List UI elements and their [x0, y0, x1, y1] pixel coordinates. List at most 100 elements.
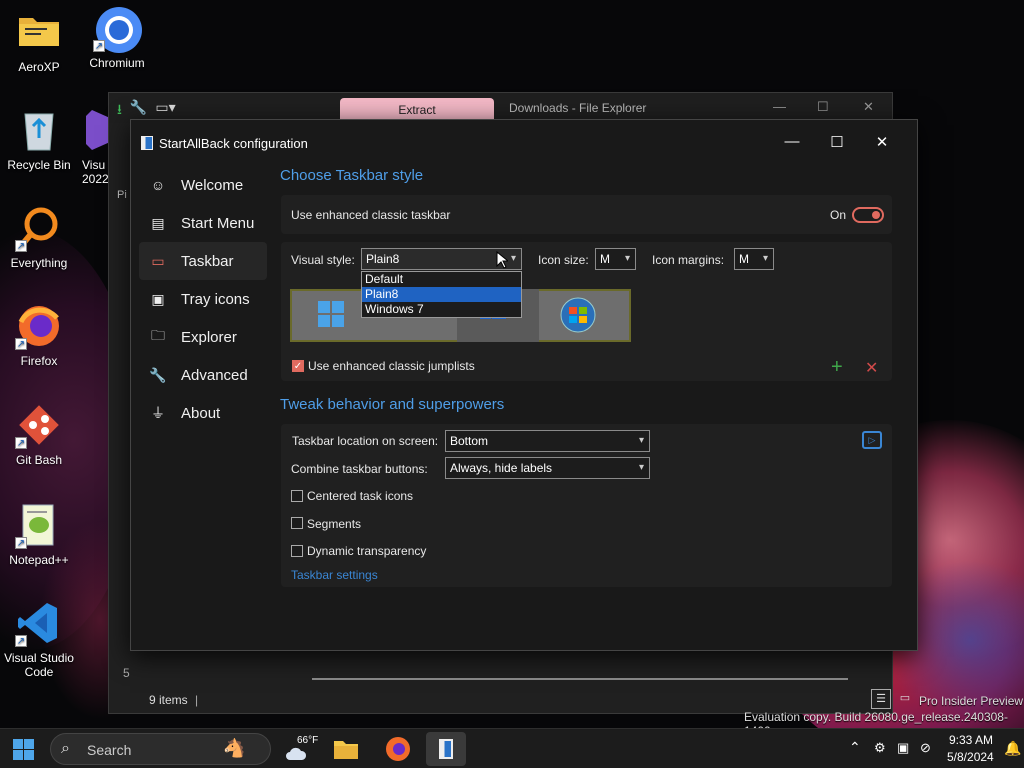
mouse-cursor-icon	[496, 250, 510, 269]
explorer-left-count: 5	[123, 666, 130, 680]
nav-item-explorer[interactable]: 🗀 Explorer	[139, 318, 267, 356]
desktop-icon-firefox[interactable]: ↗ Firefox	[0, 304, 78, 368]
status-divider: |	[195, 693, 199, 707]
vscode-icon: ↗	[15, 601, 61, 647]
dialog-titlebar[interactable]: StartAllBack configuration — ☐ ✕	[131, 120, 917, 166]
desktop-icon-label: Firefox	[20, 354, 58, 368]
icon-size-label: Icon size:	[538, 253, 589, 267]
smile-icon: ☺	[150, 177, 166, 193]
combine-buttons-select[interactable]: Always, hide labels ▾	[445, 457, 650, 479]
about-icon: ⏚	[151, 405, 165, 421]
taskbar-location-label: Taskbar location on screen:	[292, 434, 439, 448]
visual-style-label: Visual style:	[291, 253, 355, 267]
chevron-down-icon: ▾	[638, 462, 644, 473]
desktop-icon-git-bash[interactable]: ↗ Git Bash	[0, 403, 78, 467]
chevron-down-icon: ▾	[762, 253, 768, 264]
add-icon[interactable]: +	[831, 356, 843, 379]
visual-style-option-selected[interactable]: Plain8	[362, 287, 521, 302]
dynamic-transparency-checkbox[interactable]	[291, 545, 303, 557]
icon-size-select[interactable]: M ▾	[595, 248, 636, 270]
folder-icon	[17, 10, 61, 54]
startallback-app-icon	[439, 739, 453, 759]
remove-icon[interactable]: ✕	[865, 358, 878, 378]
nav-item-taskbar[interactable]: ▭ Taskbar	[139, 242, 267, 280]
segments-checkbox[interactable]	[291, 517, 303, 529]
desktop-icon-visual-studio[interactable]: Visu 2022	[72, 108, 112, 186]
details-view-icon[interactable]: ☰	[871, 689, 891, 709]
desktop-icon-label: Recycle Bin	[7, 158, 71, 172]
taskbar-icon: ▭	[151, 252, 165, 269]
desktop-icon-notepadpp[interactable]: ↗ Notepad++	[0, 503, 78, 567]
status-item-count: 9 items	[149, 693, 188, 707]
taskbar-location-select[interactable]: Bottom ▾	[445, 430, 650, 452]
play-demo-icon[interactable]: ▷	[862, 431, 882, 449]
desktop-icon-chromium[interactable]: ↗ Chromium	[78, 6, 156, 70]
close-icon[interactable]: ✕	[872, 133, 892, 151]
firefox-icon: ↗	[15, 304, 61, 350]
taskbar-settings-link[interactable]: Taskbar settings	[291, 568, 378, 582]
windows-7-orb-icon	[560, 297, 596, 333]
watermark-edition: Pro Insider Preview	[919, 694, 1024, 708]
section-title-tweak-behavior: Tweak behavior and superpowers	[280, 396, 505, 413]
taskbar-app-startallback[interactable]	[426, 732, 466, 766]
minimize-icon[interactable]: —	[773, 99, 786, 114]
clock[interactable]: 9:33 AM 5/8/2024	[947, 733, 994, 764]
tiles-view-icon[interactable]: ▭	[895, 689, 915, 709]
combine-buttons-label: Combine taskbar buttons:	[291, 462, 428, 476]
jumplists-checkbox[interactable]: ✓	[292, 360, 304, 372]
chevron-down-icon: ▾	[510, 253, 516, 264]
start-button[interactable]	[13, 739, 34, 760]
icon-margins-select[interactable]: M ▾	[734, 248, 774, 270]
maximize-icon[interactable]: ☐	[827, 133, 847, 151]
desktop-icon-everything[interactable]: ↗ Everything	[0, 206, 78, 270]
network-icon[interactable]: ⚙	[874, 740, 886, 756]
download-icon[interactable]: ⭳	[117, 99, 122, 123]
taskbar-app-file-explorer[interactable]	[326, 732, 366, 766]
notification-bell-icon[interactable]: 🔔	[1004, 740, 1021, 757]
taskbar-app-firefox[interactable]	[378, 732, 418, 766]
dynamic-transparency-label: Dynamic transparency	[307, 544, 427, 558]
close-icon[interactable]: ✕	[863, 99, 874, 115]
explorer-icon: 🗀	[151, 327, 165, 343]
tray-icon: ▣	[151, 290, 165, 307]
nav-item-start-menu[interactable]: ▤ Start Menu	[139, 204, 267, 242]
chevron-down-icon: ▾	[624, 253, 630, 264]
search-highlight-icon: 🐴	[223, 738, 246, 758]
visual-style-option[interactable]: Windows 7	[362, 302, 521, 317]
everything-icon: ↗	[15, 206, 61, 252]
chevron-down-icon: ▾	[638, 435, 644, 446]
git-icon: ↗	[15, 403, 61, 449]
section-title-taskbar-style: Choose Taskbar style	[280, 167, 424, 184]
folder-icon	[334, 741, 358, 759]
explorer-pinned-label: Pi	[117, 189, 127, 201]
nav-item-about[interactable]: ⏚ About	[139, 394, 267, 432]
centered-icons-label: Centered task icons	[307, 489, 414, 503]
volume-muted-icon[interactable]: ⊘	[920, 740, 931, 756]
wrench-icon: 🔧	[149, 366, 167, 383]
explorer-title: Downloads - File Explorer	[509, 101, 647, 115]
desktop-icon-aeroxp[interactable]: AeroXP	[0, 10, 78, 74]
nav-item-tray-icons[interactable]: ▣ Tray icons	[139, 280, 267, 318]
notepadpp-icon: ↗	[15, 503, 61, 549]
desktop-icon-vscode[interactable]: ↗ Visual Studio Code	[0, 601, 78, 679]
display-icon[interactable]: ▣	[897, 740, 909, 756]
minimize-icon[interactable]: —	[782, 133, 802, 150]
search-icon: ⌕	[61, 740, 70, 757]
segments-label: Segments	[307, 517, 362, 531]
visual-style-option[interactable]: Default	[362, 272, 521, 287]
chevron-up-icon[interactable]: ⌃	[849, 739, 861, 756]
nav-item-advanced[interactable]: 🔧 Advanced	[139, 356, 267, 394]
taskbar-search[interactable]: ⌕ Search 🐴	[50, 733, 271, 765]
nav-item-welcome[interactable]: ☺ Welcome	[139, 166, 267, 204]
horizontal-scrollbar[interactable]	[312, 678, 848, 680]
enhanced-taskbar-toggle[interactable]	[852, 207, 884, 223]
desktop-icon-recycle-bin[interactable]: Recycle Bin	[0, 108, 78, 172]
startallback-app-icon	[141, 136, 153, 150]
visual-style-dropdown[interactable]: Default Plain8 Windows 7	[361, 271, 522, 318]
weather-widget[interactable]: 66°F	[285, 735, 321, 763]
desktop-icon-label: Visual Studio Code	[4, 651, 74, 679]
desktop-icon-label: Notepad++	[9, 553, 69, 567]
firefox-icon	[386, 737, 410, 761]
maximize-icon[interactable]: ☐	[817, 99, 829, 115]
centered-icons-checkbox[interactable]	[291, 490, 303, 502]
